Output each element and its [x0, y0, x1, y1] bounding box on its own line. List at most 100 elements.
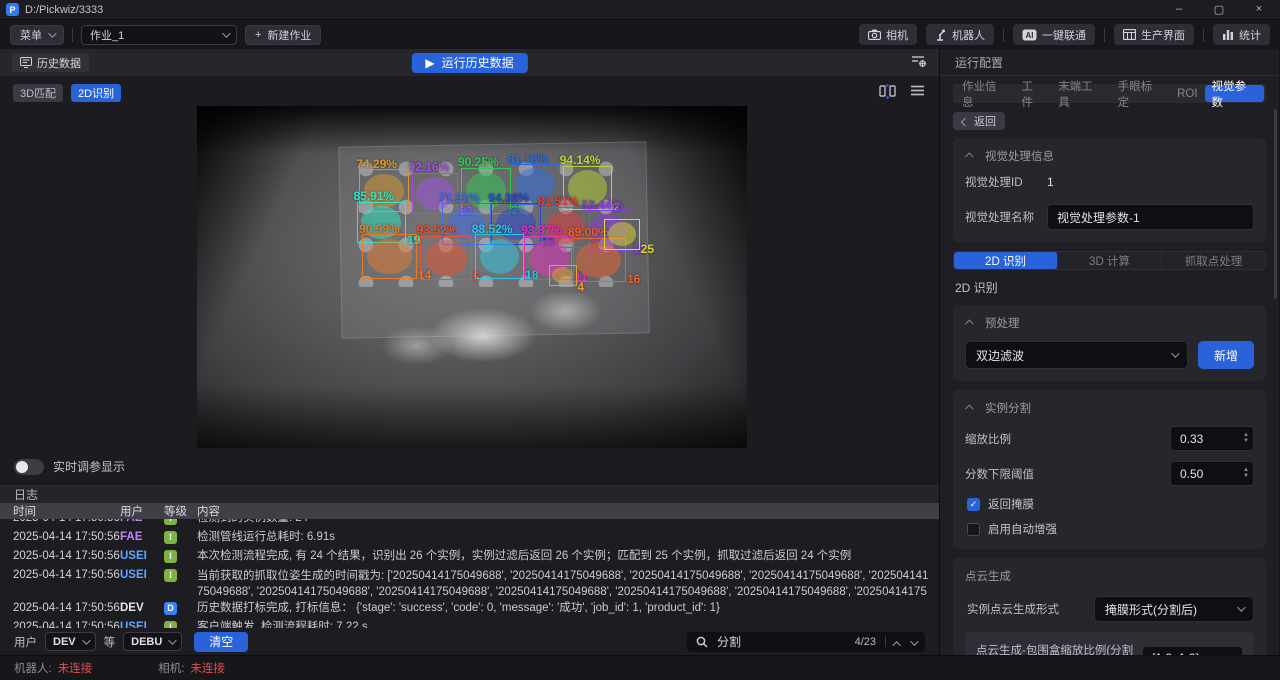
config-title: 运行配置: [940, 49, 1279, 76]
统计-button[interactable]: 统计: [1213, 24, 1270, 45]
config-scrollbar[interactable]: [1274, 109, 1277, 299]
maximize-button[interactable]: ▢: [1212, 3, 1226, 16]
log-row[interactable]: 2025-04-14 17:50:56USEII客户端触发, 检测流程耗时: 7…: [0, 618, 939, 628]
add-preprocess-button[interactable]: 新增: [1198, 341, 1254, 369]
mode-tab-抓取点处理[interactable]: 抓取点处理: [1162, 252, 1265, 269]
vision-name-input[interactable]: 视觉处理参数-1: [1047, 204, 1254, 230]
level-filter-select[interactable]: DEBU: [123, 632, 182, 651]
log-level-badge: I: [164, 519, 177, 525]
search-input[interactable]: 分割: [717, 633, 741, 650]
mode-tab-3D 计算[interactable]: 3D 计算: [1058, 252, 1162, 269]
detection-box: 4: [549, 265, 577, 286]
pointcloud-form-select[interactable]: 掩膜形式(分割后): [1094, 596, 1254, 622]
user-filter-value: DEV: [53, 636, 76, 648]
clear-log-button[interactable]: 清空: [194, 632, 248, 652]
collapse-caret-icon[interactable]: [965, 152, 973, 160]
detection-confidence: 89.00%: [568, 226, 609, 239]
search-next-icon[interactable]: [910, 637, 918, 645]
realtime-toggle[interactable]: [14, 459, 44, 475]
detection-mask: [425, 240, 467, 276]
score-threshold-input[interactable]: 0.50 ▲▼: [1170, 461, 1254, 486]
realtime-toggle-row: 实时调参显示: [14, 458, 125, 475]
detection-confidence: 90.25%: [458, 156, 499, 169]
close-button[interactable]: ×: [1252, 3, 1266, 16]
log-user: FAE: [120, 528, 164, 547]
detection-box: 25: [604, 219, 640, 250]
robot-icon: [935, 29, 947, 41]
camera-image[interactable]: 74.29%92.16%2390.25%2181.18%94.14%285.91…: [197, 106, 747, 448]
spinner-arrows-icon[interactable]: ▲▼: [1243, 433, 1249, 444]
detection-id: 4: [576, 280, 585, 294]
back-button[interactable]: 返回: [953, 112, 1005, 130]
toolbar-button-label: 相机: [886, 27, 908, 43]
divider: [1203, 28, 1204, 42]
collapse-caret-icon[interactable]: [965, 319, 973, 327]
detection-confidence: 74.29%: [356, 158, 397, 171]
log-col-user: 用户: [120, 503, 164, 519]
history-data-button[interactable]: 历史数据: [12, 53, 89, 72]
viewer-tabs: 3D匹配 2D识别: [13, 84, 121, 102]
chevron-down-icon: [168, 636, 176, 644]
left-panel: 历史数据 ▶ 运行历史数据 3D匹配 2D识别: [0, 49, 940, 655]
config-tab-末端工具[interactable]: 末端工具: [1051, 85, 1110, 102]
svg-text:AI: AI: [1026, 31, 1034, 40]
log-row[interactable]: 2025-04-14 17:50:56USEII本次检测流程完成, 有 24 个…: [0, 547, 939, 566]
生产界面-button[interactable]: 生产界面: [1114, 24, 1194, 45]
config-tabs: 作业信息工件末端工具手眼标定ROI视觉参数: [953, 84, 1266, 103]
viewer-tab-2D识别[interactable]: 2D识别: [71, 84, 121, 102]
production-icon: [1123, 29, 1136, 40]
run-history-button[interactable]: ▶ 运行历史数据: [411, 53, 527, 73]
auto-augment-checkbox[interactable]: [967, 523, 980, 536]
compare-view-icon[interactable]: [879, 84, 896, 102]
toolbar-button-label: 生产界面: [1141, 27, 1185, 43]
robot-status-value: 未连接: [58, 660, 93, 676]
log-row[interactable]: 2025-04-14 17:50:56FAEI检测到的实例数量: 24: [0, 519, 939, 528]
realtime-toggle-label: 实时调参显示: [53, 458, 125, 475]
divider: [72, 28, 73, 42]
config-tab-视觉参数[interactable]: 视觉参数: [1205, 85, 1264, 102]
log-filter-settings-icon[interactable]: [911, 54, 927, 71]
log-col-content: 内容: [197, 503, 939, 519]
config-tab-作业信息[interactable]: 作业信息: [955, 85, 1014, 102]
detection-confidence: 94.14%: [560, 154, 601, 167]
return-mask-checkbox[interactable]: ✓: [967, 498, 980, 511]
config-tab-工件[interactable]: 工件: [1014, 85, 1051, 102]
vision-id-value: 1: [1047, 175, 1054, 189]
viewer-tab-3D匹配[interactable]: 3D匹配: [13, 84, 63, 102]
collapse-caret-icon[interactable]: [965, 404, 973, 412]
log-row[interactable]: 2025-04-14 17:50:56USEII当前获取的抓取位姿生成的时间戳为…: [0, 566, 939, 599]
new-job-button[interactable]: + 新建作业: [245, 25, 321, 45]
机器人-button[interactable]: 机器人: [926, 24, 994, 45]
bbox-scale-input[interactable]: [1.3, 1.3]: [1142, 646, 1243, 655]
log-row[interactable]: 2025-04-14 17:50:56FAEI检测管线运行总耗时: 6.91s: [0, 528, 939, 547]
menu-label: 菜单: [20, 27, 42, 43]
一键联通-button[interactable]: AI一键联通: [1013, 24, 1095, 45]
layers-menu-icon[interactable]: [910, 84, 925, 102]
log-row[interactable]: 2025-04-14 17:50:56DEVD历史数据打标完成, 打标信息： {…: [0, 599, 939, 618]
minimize-button[interactable]: –: [1172, 3, 1186, 16]
chevron-down-icon: [222, 29, 230, 37]
check-icon: ✓: [970, 499, 978, 510]
detection-mask: [367, 239, 412, 275]
window-title: D:/Pickwiz/3333: [25, 4, 103, 16]
scale-input[interactable]: 0.33 ▲▼: [1170, 426, 1254, 451]
preprocess-filter-select[interactable]: 双边滤波: [965, 341, 1188, 369]
spinner-arrows-icon[interactable]: ▲▼: [1243, 468, 1249, 479]
menu-dropdown[interactable]: 菜单: [10, 25, 64, 45]
toolbar-button-label: 机器人: [952, 27, 985, 43]
config-tab-手眼标定[interactable]: 手眼标定: [1111, 85, 1170, 102]
log-search-box[interactable]: 分割 4/23: [687, 632, 925, 652]
log-content: 检测管线运行总耗时: 6.91s: [197, 528, 939, 547]
back-label: 返回: [974, 113, 996, 129]
search-icon: [696, 636, 708, 648]
config-tab-ROI[interactable]: ROI: [1170, 85, 1204, 102]
search-prev-icon[interactable]: [892, 641, 900, 649]
user-filter-select[interactable]: DEV: [45, 632, 96, 651]
job-select[interactable]: 作业_1: [81, 25, 237, 45]
history-icon: [20, 57, 32, 68]
plus-icon: +: [255, 29, 261, 41]
相机-button[interactable]: 相机: [859, 24, 917, 45]
chevron-down-icon: [1171, 349, 1179, 357]
mode-tab-2D 识别[interactable]: 2D 识别: [954, 252, 1058, 269]
log-user: USEI: [120, 618, 164, 628]
